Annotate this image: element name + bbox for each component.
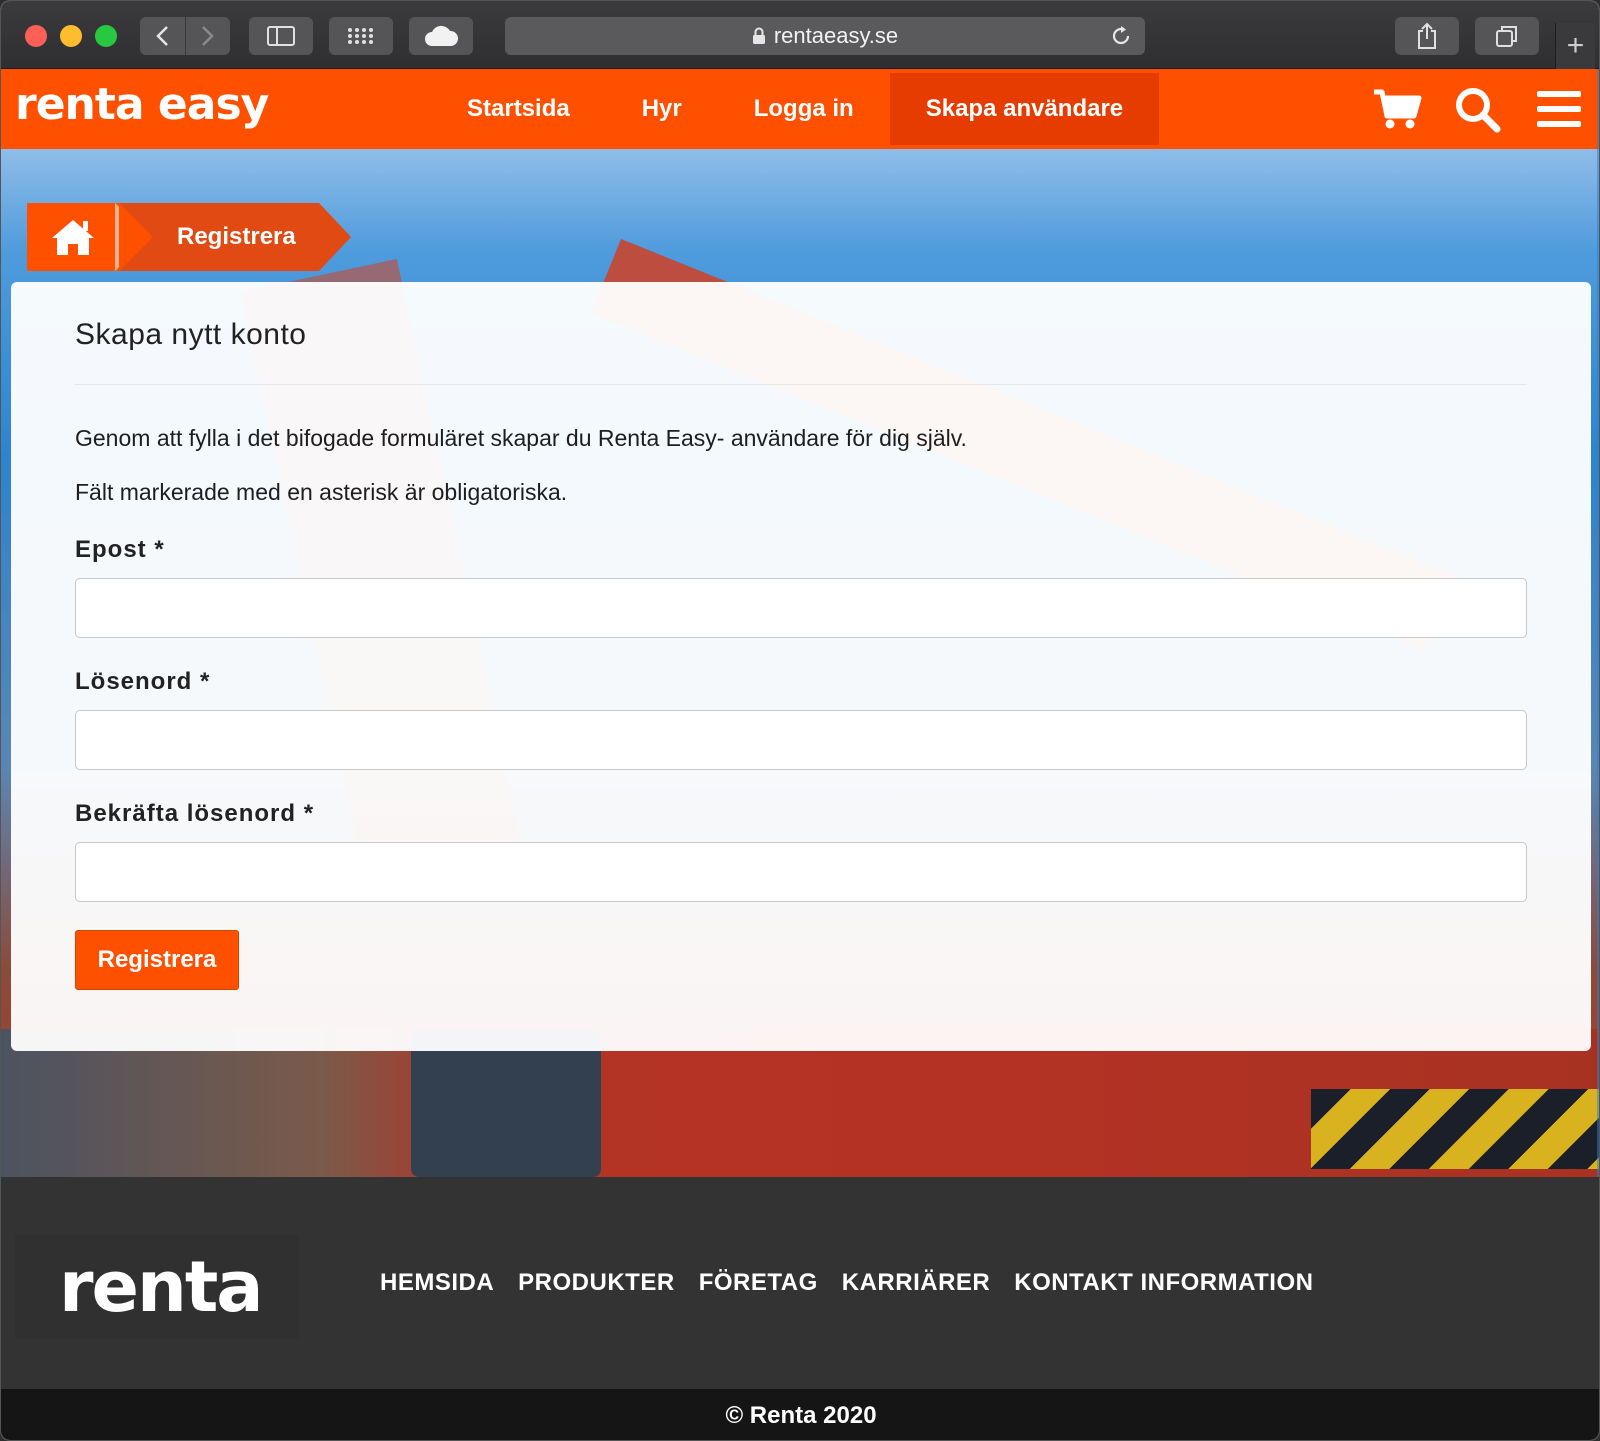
sidebar-toggle-button[interactable] [249,17,313,55]
site-header: renta easy Startsida Hyr Logga in Skapa … [1,69,1599,149]
address-bar[interactable]: rentaeasy.se [505,17,1145,55]
footer-link-hemsida[interactable]: HEMSIDA [380,1269,494,1297]
registration-card: Skapa nytt konto Genom att fylla i det b… [11,282,1591,1051]
share-icon [1418,22,1436,49]
reload-icon[interactable] [1109,24,1133,48]
search-icon[interactable] [1451,85,1503,133]
show-tabs-button[interactable] [1475,17,1539,55]
new-tab-button[interactable]: + [1555,23,1595,69]
nav-hyr[interactable]: Hyr [606,69,718,149]
sidebar-icon [267,26,295,46]
footer-link-produkter[interactable]: PRODUKTER [518,1269,675,1297]
footer-link-kontakt[interactable]: KONTAKT INFORMATION [1014,1269,1313,1297]
menu-icon[interactable] [1533,85,1585,133]
top-sites-button[interactable] [329,17,393,55]
icloud-tabs-button[interactable] [409,17,473,55]
footer-logo[interactable]: renta [15,1235,299,1339]
browser-toolbar: rentaeasy.se + [1,1,1599,69]
share-button[interactable] [1395,17,1459,55]
email-field[interactable] [75,578,1527,639]
cart-icon[interactable] [1371,85,1423,133]
breadcrumb-home[interactable] [27,203,119,271]
close-window-button[interactable] [25,25,47,47]
nav-startsida[interactable]: Startsida [431,69,606,149]
page-title: Skapa nytt konto [75,318,1527,385]
grid-icon [348,28,373,44]
zoom-window-button[interactable] [95,25,117,47]
nav-skapa-anvandare[interactable]: Skapa användare [889,73,1160,145]
register-button[interactable]: Registrera [75,930,239,991]
browser-window: rentaeasy.se + renta easy Startsida Hyr … [0,0,1600,1441]
chevron-left-icon [156,26,169,46]
back-button[interactable] [140,17,186,55]
password-field[interactable] [75,710,1527,771]
history-nav [140,17,230,55]
footer-link-foretag[interactable]: FÖRETAG [699,1269,818,1297]
confirm-password-field[interactable] [75,842,1527,903]
copyright: © Renta 2020 [1,1389,1599,1440]
required-note: Fält markerade med en asterisk är obliga… [75,478,568,505]
footer-nav: HEMSIDA PRODUKTER FÖRETAG KARRIÄRER KONT… [380,1269,1313,1297]
main-nav: Startsida Hyr Logga in Skapa användare [431,69,1160,149]
intro-text: Genom att fylla i det bifogade formuläre… [75,425,967,451]
plus-icon: + [1566,29,1585,62]
site-footer: renta HEMSIDA PRODUKTER FÖRETAG KARRIÄRE… [1,1177,1599,1389]
tabs-overview-icon [1496,26,1517,47]
confirm-password-label: Bekräfta lösenord * [75,800,315,828]
nav-logga-in[interactable]: Logga in [718,69,890,149]
cloud-icon [425,25,458,46]
password-label: Lösenord * [75,668,211,696]
lock-icon [752,27,765,44]
site-logo[interactable]: renta easy [15,79,269,130]
home-icon [52,220,94,255]
minimize-window-button[interactable] [60,25,82,47]
forward-button[interactable] [186,17,231,55]
chevron-right-icon [201,26,214,46]
footer-link-karriarer[interactable]: KARRIÄRER [842,1269,991,1297]
email-label: Epost * [75,536,165,564]
url-text: rentaeasy.se [773,23,899,48]
